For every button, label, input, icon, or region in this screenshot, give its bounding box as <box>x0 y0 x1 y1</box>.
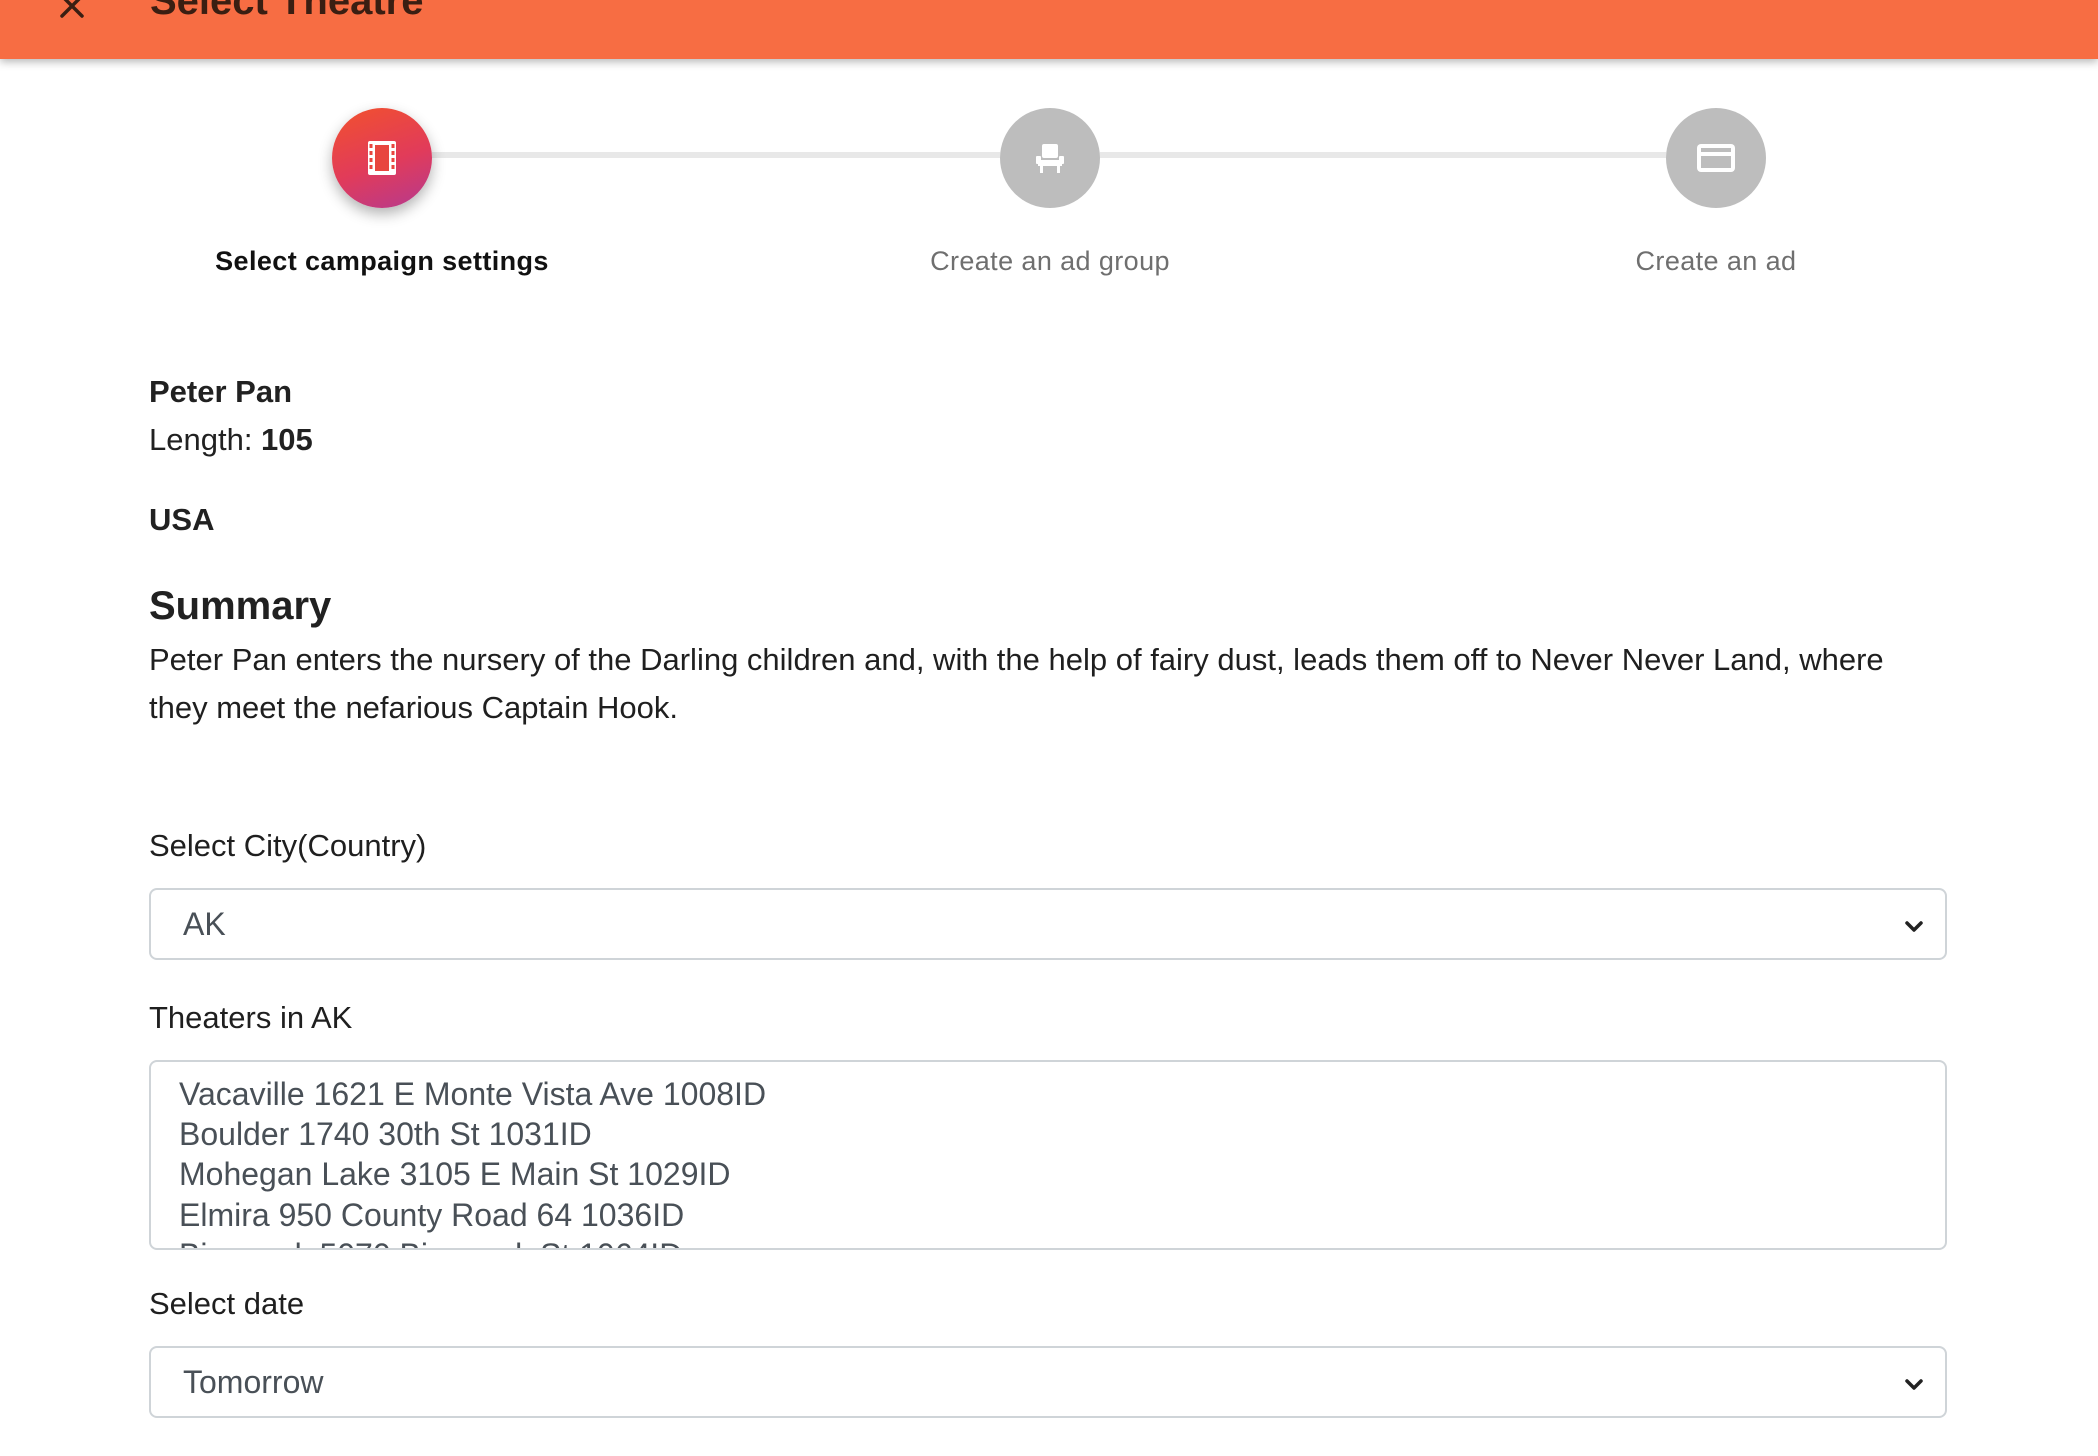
summary-heading: Summary <box>149 584 332 628</box>
movie-country: USA <box>149 502 215 537</box>
seat-icon <box>1036 144 1064 173</box>
credit-card-icon <box>1697 144 1735 172</box>
movie-length: Length: 105 <box>149 420 313 460</box>
app-bar: Select Theatre <box>0 0 2098 59</box>
city-select-value: AK <box>183 906 226 942</box>
theaters-label: Theaters in AK <box>149 1000 353 1035</box>
city-select[interactable]: AK <box>149 888 1947 960</box>
step-label: Select campaign settings <box>215 246 549 276</box>
date-select-label: Select date <box>149 1286 305 1321</box>
theater-option[interactable]: Boulder 1740 30th St 1031ID <box>179 1114 592 1154</box>
theater-option[interactable]: Mohegan Lake 3105 E Main St 1029ID <box>179 1154 730 1194</box>
theater-option[interactable]: Vacaville 1621 E Monte Vista Ave 1008ID <box>179 1074 766 1114</box>
film-icon <box>368 141 396 175</box>
theaters-listbox[interactable]: Vacaville 1621 E Monte Vista Ave 1008ID … <box>149 1060 1947 1250</box>
step-ad-group[interactable]: Create an ad group <box>750 108 1350 278</box>
step-label: Create an ad group <box>930 246 1170 276</box>
close-icon[interactable] <box>52 0 92 26</box>
step-label: Create an ad <box>1635 246 1797 276</box>
summary-text: Peter Pan enters the nursery of the Darl… <box>149 642 1884 725</box>
movie-title: Peter Pan <box>149 374 293 409</box>
date-select[interactable]: Tomorrow <box>149 1346 1947 1418</box>
step-campaign-settings[interactable]: Select campaign settings <box>82 108 682 278</box>
movie-length-label: Length: <box>149 422 262 457</box>
movie-length-value: 105 <box>261 422 313 457</box>
theater-option[interactable]: Bismarck 5070 Bismarck St 1064ID <box>179 1235 682 1248</box>
date-select-value: Tomorrow <box>183 1364 324 1400</box>
step-circle <box>332 108 432 208</box>
step-create-ad[interactable]: Create an ad <box>1416 108 2016 278</box>
page-title: Select Theatre <box>150 0 424 23</box>
step-circle <box>1000 108 1100 208</box>
city-select-label: Select City(Country) <box>149 828 427 863</box>
theater-option[interactable]: Elmira 950 County Road 64 1036ID <box>179 1195 684 1235</box>
chevron-down-icon <box>1905 1379 1923 1390</box>
step-circle <box>1666 108 1766 208</box>
chevron-down-icon <box>1905 921 1923 932</box>
